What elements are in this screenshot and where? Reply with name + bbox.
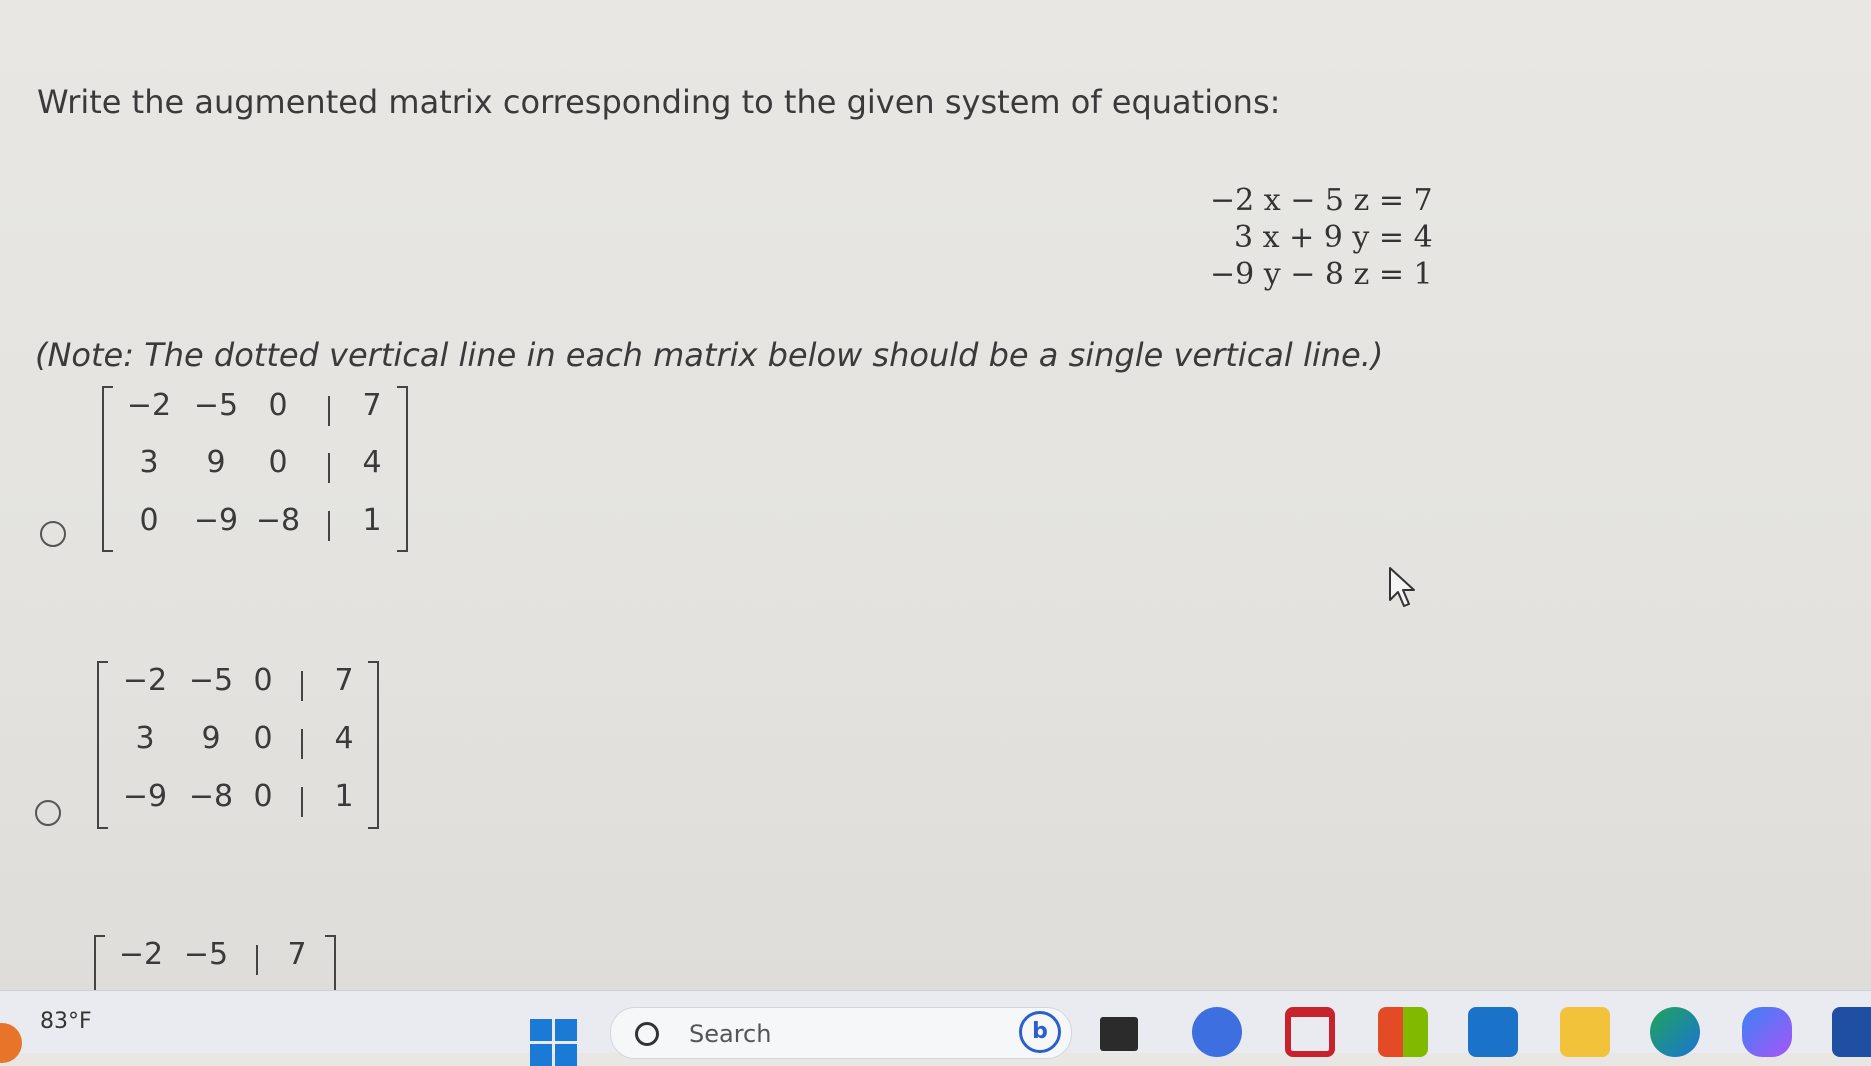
search-placeholder: Search <box>689 1020 772 1048</box>
word-icon[interactable] <box>1832 1007 1871 1057</box>
search-icon <box>635 1022 659 1046</box>
augment-divider <box>301 729 303 759</box>
taskbar-search-box[interactable]: Search b <box>610 1007 1072 1059</box>
matrix-cell: −9 <box>122 779 168 814</box>
matrix-row: 0 −9 −8 1 <box>102 503 408 561</box>
weather-icon[interactable] <box>0 1023 22 1063</box>
edge-icon[interactable] <box>1650 1007 1700 1057</box>
matrix-cell: −8 <box>188 779 234 814</box>
matrix-row: −2 −5 0 7 <box>102 388 408 446</box>
matrix-cell: −5 <box>193 388 239 423</box>
matrix-cell: −8 <box>255 503 301 538</box>
matrix-cell: 0 <box>253 663 273 698</box>
matrix-row: 3 9 0 4 <box>102 445 408 503</box>
matrix-option-2: −2 −5 0 7 3 9 0 4 −9 −8 0 1 <box>97 661 379 829</box>
answer-option-1[interactable]: −2 −5 0 7 3 9 0 4 0 −9 −8 1 <box>0 380 420 560</box>
matrix-cell: −5 <box>183 937 229 972</box>
taskbar: 83°F Search b <box>0 990 1871 1066</box>
matrix-cell: 7 <box>287 937 307 972</box>
matrix-cell: 3 <box>135 721 155 756</box>
matrix-cell: 4 <box>334 721 354 756</box>
augment-divider <box>301 787 303 817</box>
matrix-option-1: −2 −5 0 7 3 9 0 4 0 −9 −8 1 <box>102 386 408 552</box>
matrix-cell: −9 <box>193 503 239 538</box>
augment-divider <box>301 671 303 701</box>
answer-option-2[interactable]: −2 −5 0 7 3 9 0 4 −9 −8 0 1 <box>0 655 420 835</box>
matrix-cell: 7 <box>334 663 354 698</box>
system-of-equations: −2 x − 5 z = 7 3 x + 9 y = 4 −9 y − 8 z … <box>1210 182 1433 293</box>
radio-button-option-1[interactable] <box>40 521 66 547</box>
matrix-cell: 4 <box>362 445 382 480</box>
matrix-row: −9 −8 0 1 <box>97 779 379 837</box>
matrix-cell: 0 <box>253 779 273 814</box>
matrix-cell: 0 <box>268 388 288 423</box>
matrix-cell: 1 <box>334 779 354 814</box>
matrix-cell: −2 <box>122 663 168 698</box>
equation-2: 3 x + 9 y = 4 <box>1234 220 1433 255</box>
equation-1: −2 x − 5 z = 7 <box>1210 183 1433 218</box>
matrix-cell: 9 <box>201 721 221 756</box>
augment-divider <box>328 511 330 541</box>
matrix-cell: −5 <box>188 663 234 698</box>
augment-divider <box>256 945 258 975</box>
matrix-cell: 9 <box>206 445 226 480</box>
question-text: Write the augmented matrix corresponding… <box>37 83 1281 121</box>
answer-option-3[interactable]: −2 −5 7 <box>0 935 420 1005</box>
gmail-icon[interactable] <box>1285 1007 1335 1057</box>
weather-temperature[interactable]: 83°F <box>40 1009 92 1034</box>
task-view-icon[interactable] <box>1100 1017 1138 1051</box>
bing-chat-icon[interactable]: b <box>1019 1011 1061 1053</box>
matrix-row: −2 −5 0 7 <box>97 663 379 721</box>
matrix-row: 3 9 0 4 <box>97 721 379 779</box>
matrix-cell: 1 <box>362 503 382 538</box>
radio-button-option-2[interactable] <box>35 800 61 826</box>
quiz-page: Write the augmented matrix corresponding… <box>0 0 1871 1005</box>
matrix-cell: −2 <box>126 388 172 423</box>
augment-divider <box>328 396 330 426</box>
microsoft-store-icon[interactable] <box>1378 1007 1428 1057</box>
file-explorer-icon[interactable] <box>1560 1007 1610 1057</box>
zoom-icon[interactable] <box>1192 1007 1242 1057</box>
matrix-row: −2 −5 7 <box>94 937 336 995</box>
note-text: (Note: The dotted vertical line in each … <box>35 336 1384 374</box>
matrix-cell: 0 <box>253 721 273 756</box>
start-icon[interactable] <box>528 1007 578 1066</box>
copilot-icon[interactable] <box>1742 1007 1792 1057</box>
matrix-cell: 3 <box>139 445 159 480</box>
mouse-pointer-icon <box>1389 567 1415 607</box>
matrix-cell: 0 <box>139 503 159 538</box>
matrix-cell: 7 <box>362 388 382 423</box>
augment-divider <box>328 453 330 483</box>
equation-3: −9 y − 8 z = 1 <box>1210 257 1433 292</box>
matrix-cell: 0 <box>268 445 288 480</box>
mail-icon[interactable] <box>1468 1007 1518 1057</box>
matrix-cell: −2 <box>118 937 164 972</box>
